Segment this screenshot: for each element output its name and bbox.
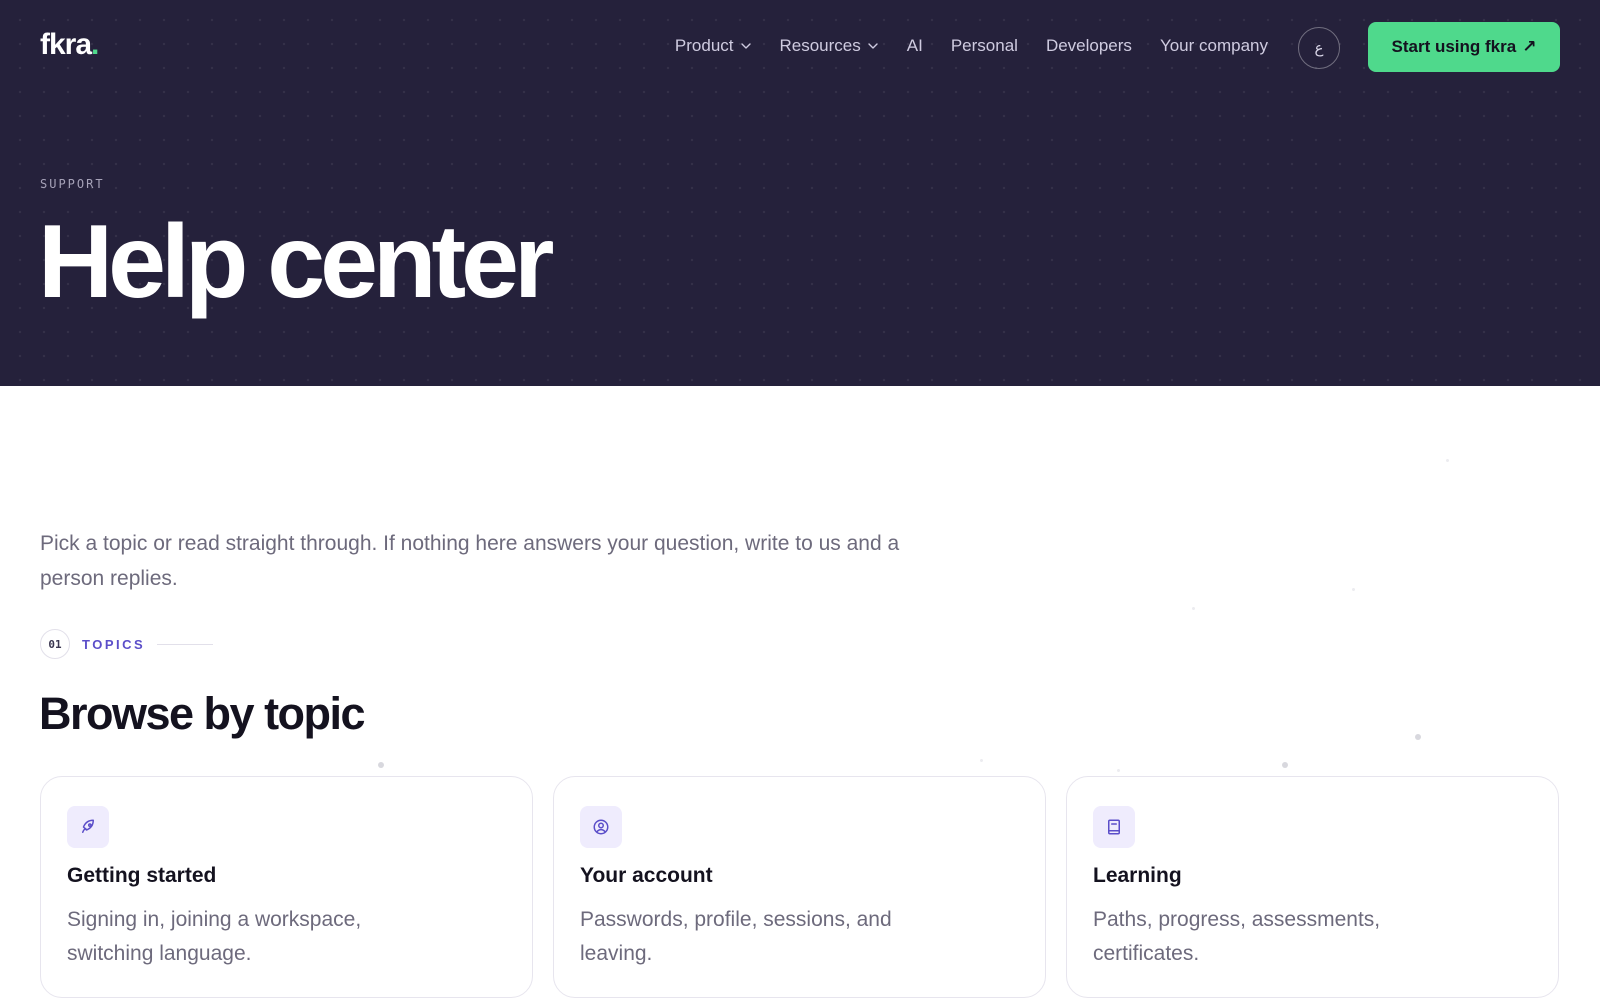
logo-text: fkra [40, 28, 92, 61]
language-toggle-button[interactable]: ع [1298, 27, 1340, 69]
topic-title: Learning [1093, 864, 1182, 887]
chevron-down-icon [740, 43, 751, 49]
nav-item-your-company[interactable]: Your company [1160, 36, 1268, 56]
hero-section: fkra. Product Resources AI Personal Deve… [0, 0, 1600, 386]
topic-card-learning[interactable]: Learning Paths, progress, assessments, c… [1066, 776, 1559, 998]
logo[interactable]: fkra. [40, 28, 99, 62]
decorative-dot [1352, 588, 1355, 591]
topic-card-your-account[interactable]: Your account Passwords, profile, session… [553, 776, 1046, 998]
decorative-dot [1192, 607, 1195, 610]
nav-item-developers[interactable]: Developers [1046, 36, 1132, 56]
nav-item-label: AI [906, 36, 923, 55]
topic-description: Paths, progress, assessments, certificat… [1093, 908, 1381, 965]
book-icon [1093, 806, 1135, 848]
nav-item-label: Resources [779, 36, 861, 55]
nav-item-label: Developers [1045, 36, 1132, 55]
topic-card-getting-started[interactable]: Getting started Signing in, joining a wo… [40, 776, 533, 998]
nav-item-label: Your company [1159, 36, 1268, 55]
topic-description: Passwords, profile, sessions, and leavin… [580, 908, 892, 965]
top-nav: fkra. Product Resources AI Personal Deve… [0, 0, 1600, 96]
divider [157, 643, 214, 645]
nav-item-resources[interactable]: Resources [780, 36, 879, 56]
hero-eyebrow: SUPPORT [40, 177, 105, 191]
cta-label: Start using fkra [1391, 37, 1517, 56]
topic-title: Getting started [67, 864, 217, 887]
arrow-up-right-icon: ↗ [1522, 37, 1537, 56]
decorative-dot [1446, 459, 1449, 462]
nav-item-label: Personal [950, 36, 1018, 55]
intro-text: Pick a topic or read straight through. I… [40, 532, 900, 590]
page-title: Help center [38, 204, 554, 320]
topic-cards: Getting started Signing in, joining a wo… [40, 776, 1559, 998]
topic-title: Your account [580, 864, 713, 887]
section-title: Browse by topic [39, 688, 366, 739]
section-tag: 01 TOPICS [40, 629, 214, 659]
decorative-dot [980, 759, 983, 762]
nav-item-ai[interactable]: AI [907, 36, 923, 56]
rocket-icon [67, 806, 109, 848]
decorative-dot [1282, 762, 1288, 768]
logo-dot: . [91, 28, 99, 61]
decorative-dot [378, 762, 384, 768]
section-number: 01 [40, 629, 70, 659]
nav-item-personal[interactable]: Personal [951, 36, 1018, 56]
decorative-dot [1415, 734, 1421, 740]
nav-item-product[interactable]: Product [675, 36, 752, 56]
nav-item-label: Product [674, 36, 734, 55]
chevron-down-icon [868, 43, 878, 49]
user-circle-icon [580, 806, 622, 848]
nav-links: Product Resources AI Personal Developers… [675, 36, 1268, 56]
topic-description: Signing in, joining a workspace, switchi… [67, 908, 362, 965]
section-tag-label: TOPICS [82, 636, 146, 652]
start-using-button[interactable]: Start using fkra ↗ [1368, 22, 1560, 72]
decorative-dot [1117, 769, 1120, 772]
